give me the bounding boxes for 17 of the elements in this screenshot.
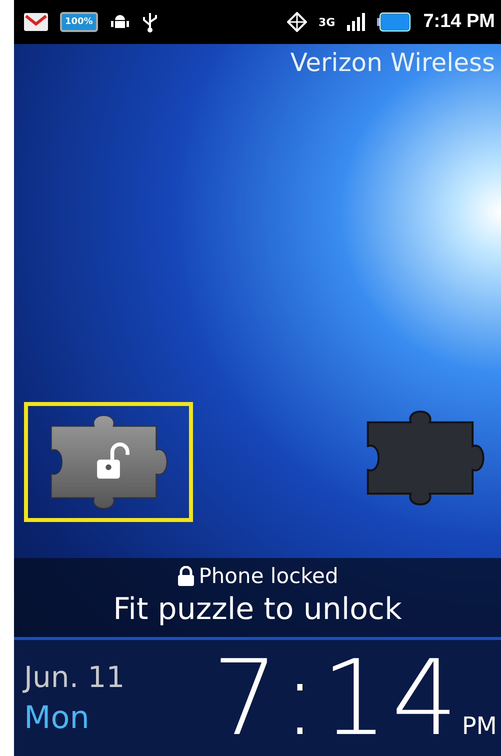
- network-type: 3G: [318, 16, 336, 28]
- usb-icon: [142, 11, 158, 33]
- date-label: Jun. 11: [24, 660, 125, 694]
- mail-icon: [24, 13, 48, 31]
- carrier-name: Verizon Wireless: [290, 47, 496, 77]
- battery-icon: [377, 12, 412, 32]
- unlock-instruction: Fit puzzle to unlock: [113, 592, 402, 627]
- lock-icon: [176, 566, 195, 586]
- gps-icon: [286, 12, 306, 32]
- status-time: 7:14 PM: [423, 11, 495, 33]
- puzzle-piece-frame[interactable]: [24, 402, 193, 522]
- clock-time: 7:14: [212, 646, 462, 750]
- signal-icon: [347, 13, 366, 31]
- battery-notification: 100%: [60, 12, 98, 32]
- weekday-label: Mon: [24, 700, 90, 736]
- clock-ampm: PM: [462, 712, 497, 740]
- lock-status: Phone locked: [198, 564, 338, 588]
